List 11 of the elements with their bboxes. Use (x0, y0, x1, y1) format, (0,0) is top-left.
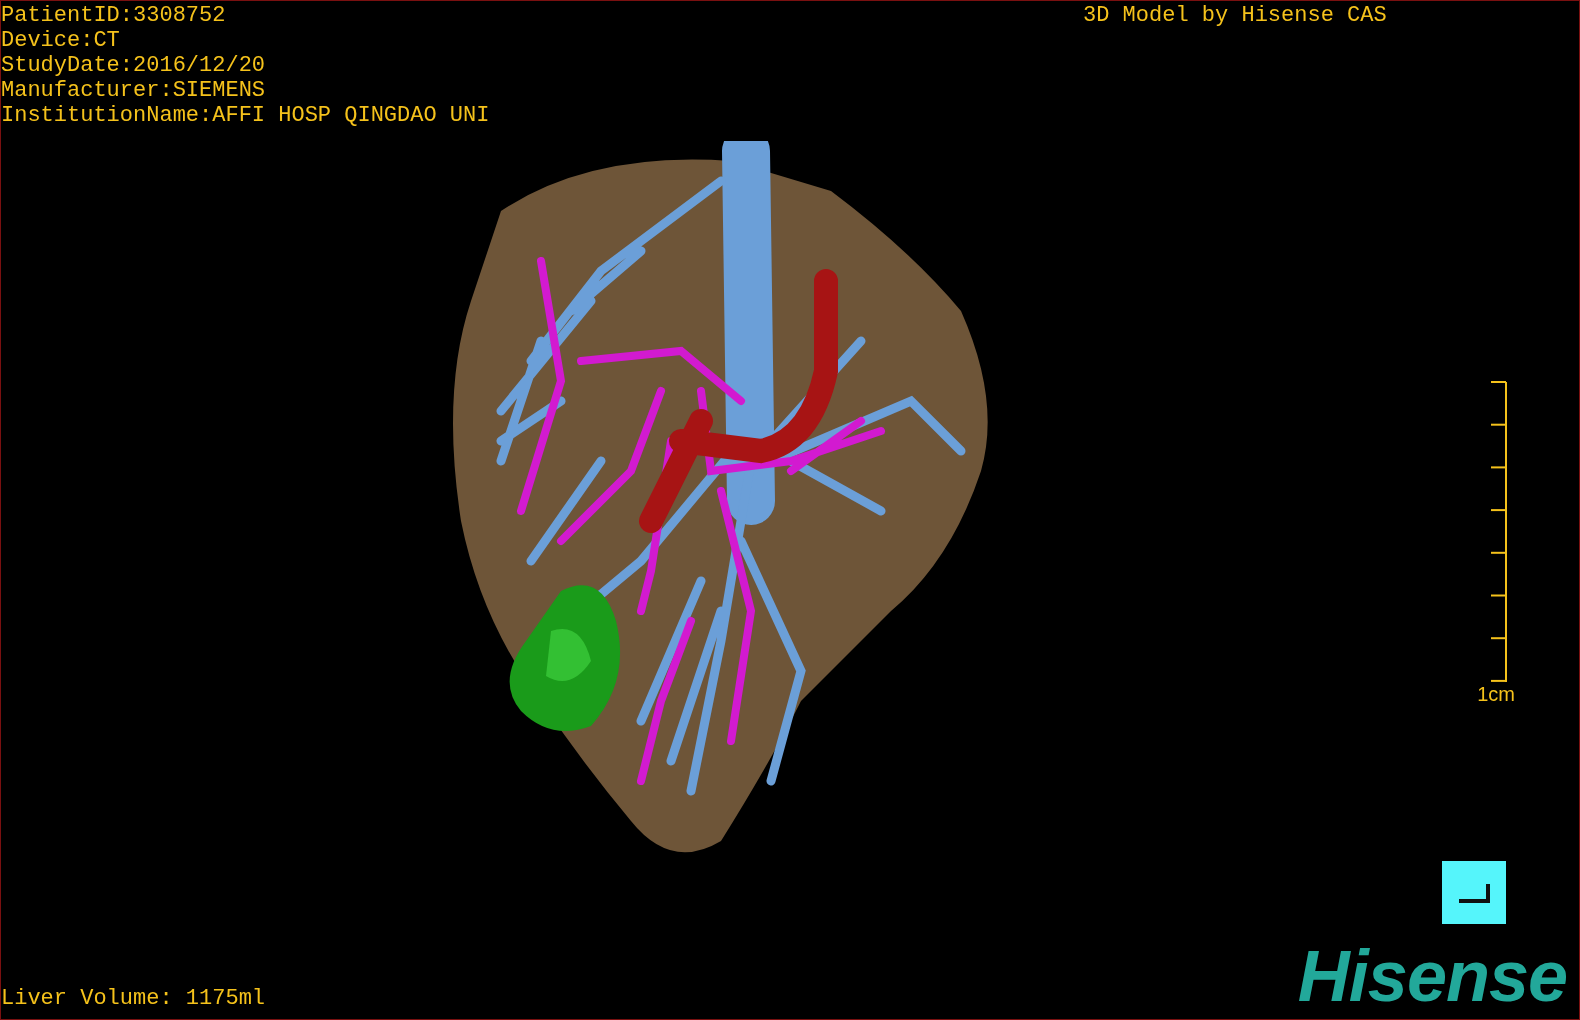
patient-info-text: Manufacturer:SIEMENS (1, 78, 266, 103)
brand-logo: Hisense (1297, 939, 1568, 1013)
viewer-title: 3D Model by Hisense CAS (1083, 3, 1387, 28)
patient-info-text: Device:CT (1, 28, 120, 53)
patient-info-text: StudyDate:2016/12/20 (1, 53, 266, 78)
liver-volume-text: Liver Volume: 1175ml (1, 986, 267, 1011)
corner-icon (1457, 881, 1491, 904)
corner-button[interactable] (1442, 861, 1506, 924)
scale-label: 1cm (1477, 683, 1515, 705)
patient-info-text: InstitutionName:AFFI HOSP QINGDAO UNI (1, 103, 490, 128)
patient-info-text: PatientID:3308752 (1, 3, 226, 28)
